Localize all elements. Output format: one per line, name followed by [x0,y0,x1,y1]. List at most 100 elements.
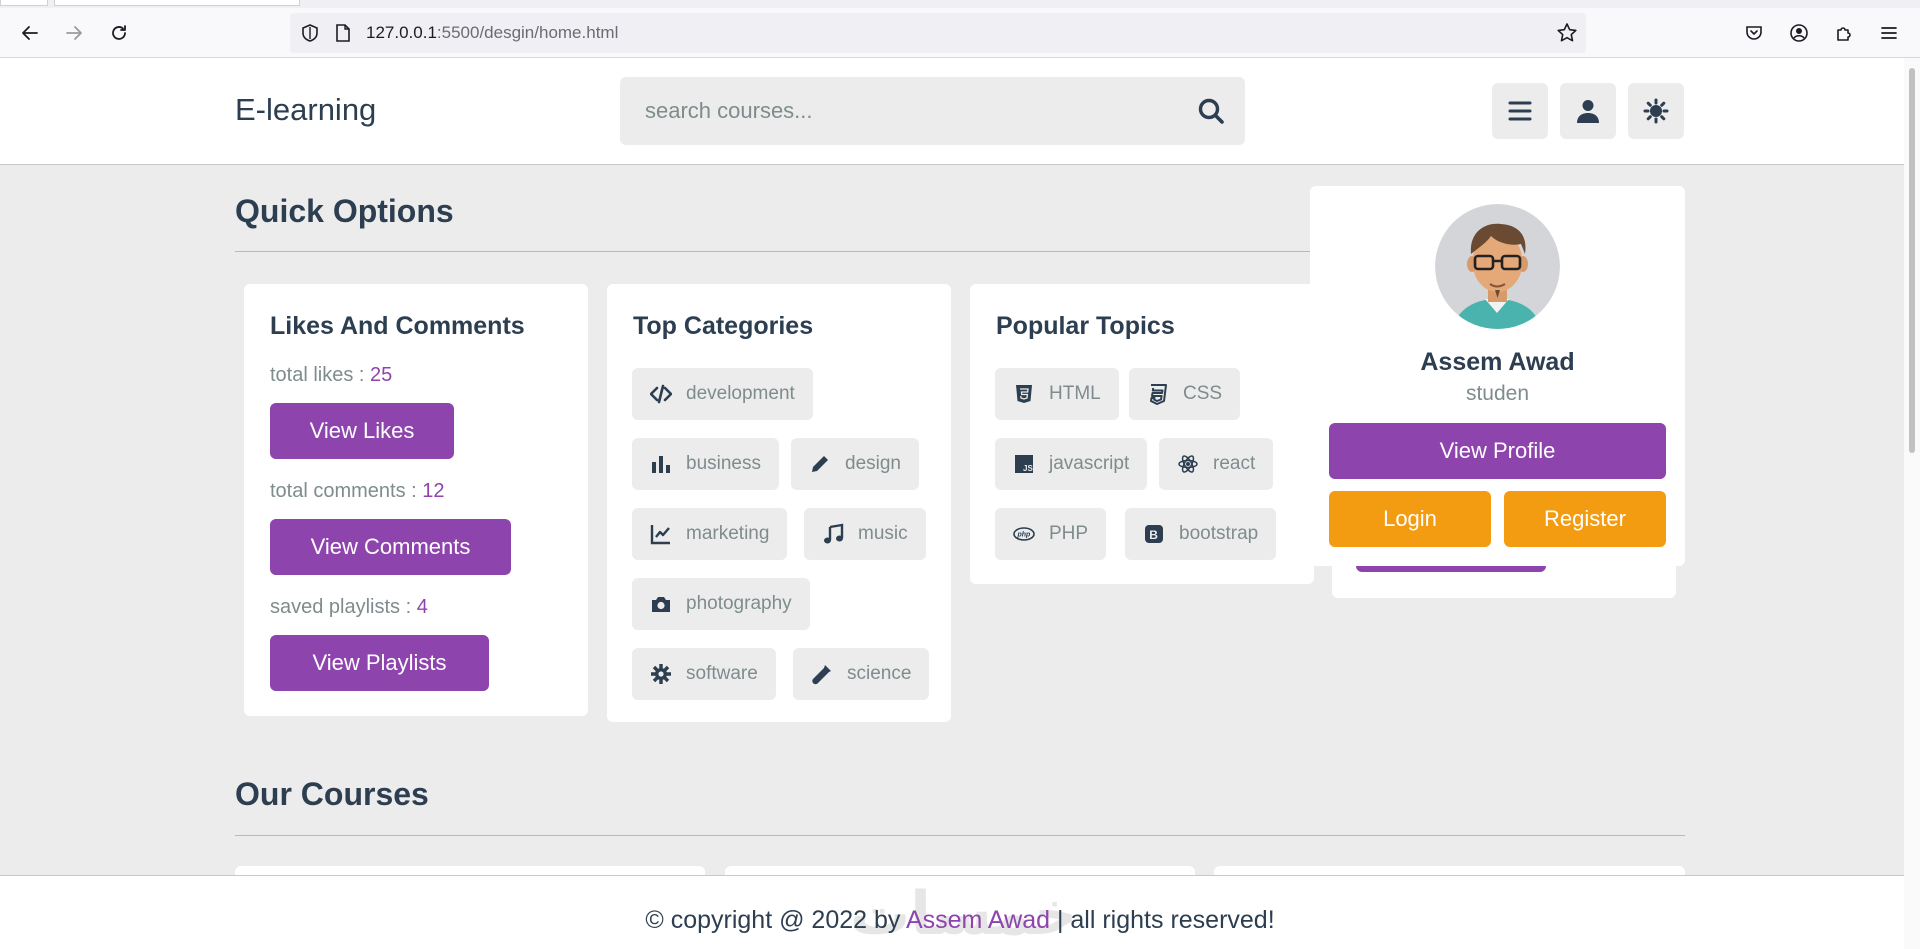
category-tag-music[interactable]: music [804,508,926,560]
category-label: photography [686,593,792,614]
login-button[interactable]: Login [1329,491,1491,547]
playlists-label: saved playlists : [270,596,417,618]
browser-tabstrip [0,0,1920,8]
menu-button[interactable] [1872,16,1906,50]
topic-label: HTML [1049,383,1101,404]
categories-box-title: Top Categories [633,312,814,340]
svg-text:php: php [1017,532,1032,539]
star-icon[interactable] [1556,22,1578,44]
playlists-count: 4 [416,596,428,618]
profile-dropdown: Assem Awad studen View Profile Login Reg… [1310,186,1685,566]
section-divider [235,835,1685,836]
category-label: development [686,383,795,404]
category-label: science [847,663,912,684]
topic-tag-php[interactable]: php PHP [995,508,1107,560]
react-icon [1178,455,1198,473]
topic-label: PHP [1049,523,1089,544]
pocket-icon [1746,26,1762,40]
back-button[interactable] [13,16,47,50]
topic-label: bootstrap [1179,523,1259,544]
html5-icon [1016,385,1032,403]
category-tag-marketing[interactable]: marketing [632,508,788,560]
search-icon[interactable] [1197,97,1225,125]
category-tag-science[interactable]: science [793,648,930,700]
svg-text:JS: JS [1023,464,1033,473]
camera-icon [652,597,670,612]
menu-toggle-button[interactable] [1492,83,1548,139]
copyright-prefix: © copyright @ 2022 by [645,906,906,934]
php-icon: php [1013,527,1035,541]
shield-icon[interactable] [300,23,320,43]
js-icon: JS [1015,455,1033,473]
view-playlists-button[interactable]: View Playlists [270,635,489,691]
browser-toolbar: 127.0.0.1:5500/desgin/home.html [0,8,1920,58]
likes-comments-box: Likes And Comments total likes : 25 View… [244,284,588,716]
likes-count: 25 [370,364,393,386]
music-icon [824,523,844,544]
comments-label: total comments : [270,480,423,502]
search-input[interactable] [620,77,1180,145]
url-bar[interactable]: 127.0.0.1:5500/desgin/home.html [290,13,1586,53]
profile-name: Assem Awad [1420,348,1575,376]
quick-options-title: Quick Options [235,193,454,229]
svg-text:B: B [1149,528,1158,542]
gear-icon [651,664,671,684]
site-logo[interactable]: E-learning [235,92,376,128]
browser-tab[interactable] [0,0,48,6]
author-link[interactable]: Assem Awad [906,906,1050,934]
site-header: E-learning [0,58,1920,165]
arrow-left-icon [22,26,38,40]
code-icon [650,384,672,404]
view-comments-button[interactable]: View Comments [270,519,511,575]
puzzle-icon [1837,27,1851,41]
hamburger-icon [1881,27,1897,39]
topic-tag-javascript[interactable]: JS javascript [995,438,1148,490]
chart-bar-icon [652,456,670,473]
topic-tag-bootstrap[interactable]: B bootstrap [1125,508,1277,560]
our-courses-title: Our Courses [235,776,429,812]
category-tag-software[interactable]: software [632,648,776,700]
category-tag-business[interactable]: business [632,438,779,490]
category-tag-design[interactable]: design [791,438,919,490]
likes-label: total likes : [270,364,371,386]
pen-icon [812,456,828,472]
topic-label: react [1213,453,1256,474]
vial-icon [812,665,831,685]
topic-label: javascript [1049,453,1130,474]
likes-stat: total likes : 25 [270,364,392,387]
search-form [620,77,1245,145]
category-tag-development[interactable]: development [632,368,813,420]
page-scrollbar[interactable] [1904,58,1920,949]
css3-icon [1150,384,1167,405]
register-button[interactable]: Register [1504,491,1666,547]
url-text[interactable]: 127.0.0.1:5500/desgin/home.html [366,23,618,43]
url-host: 127.0.0.1 [366,23,437,42]
browser-tab-active[interactable] [54,0,300,6]
view-likes-button[interactable]: View Likes [270,403,454,459]
copyright-suffix: | all rights reserved! [1050,906,1275,934]
page-icon[interactable] [334,23,352,43]
account-button[interactable] [1782,16,1816,50]
scrollbar-thumb[interactable] [1909,68,1915,453]
category-label: design [845,453,901,474]
user-icon [1577,100,1599,123]
comments-count: 12 [422,480,445,502]
theme-toggle-button[interactable] [1628,83,1684,139]
reload-button[interactable] [102,16,136,50]
account-icon [1790,24,1808,42]
extensions-button[interactable] [1827,16,1861,50]
category-label: music [858,523,908,544]
topic-tag-css[interactable]: CSS [1129,368,1241,420]
user-button[interactable] [1560,83,1616,139]
url-path: :5500/desgin/home.html [436,23,619,42]
view-profile-button[interactable]: View Profile [1329,423,1666,479]
playlists-stat: saved playlists : 4 [270,596,428,619]
avatar-image [1435,204,1560,329]
forward-button[interactable] [57,16,91,50]
category-label: business [686,453,761,474]
sun-icon [1643,98,1669,124]
pocket-button[interactable] [1737,16,1771,50]
topic-tag-html[interactable]: HTML [995,368,1119,420]
category-tag-photography[interactable]: photography [632,578,810,630]
topic-tag-react[interactable]: react [1159,438,1274,490]
